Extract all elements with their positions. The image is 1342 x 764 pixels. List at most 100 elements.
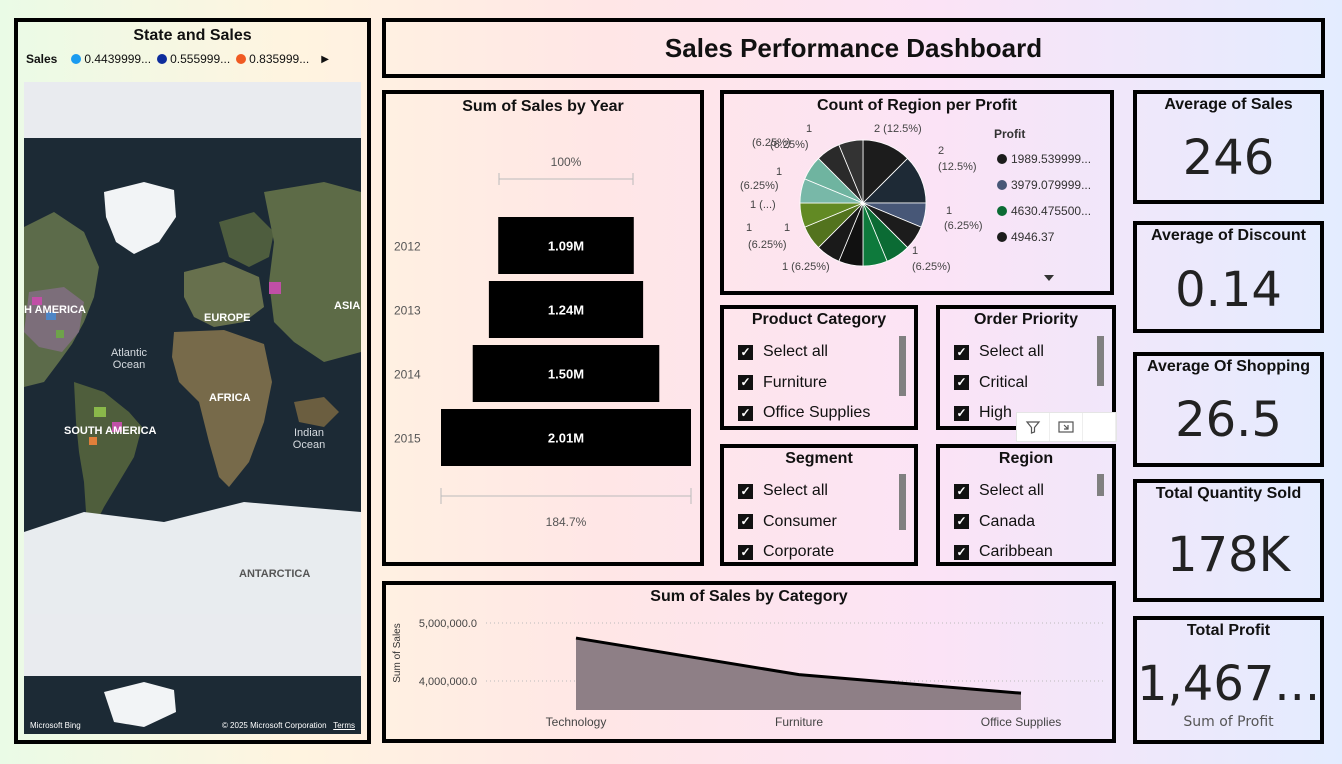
kpi-title: Total Profit <box>1186 622 1271 639</box>
pie-data-label: 1 <box>784 222 790 234</box>
slicer-item-furniture[interactable]: ✓ Furniture <box>738 368 914 399</box>
slicer-scrollbar[interactable] <box>899 336 906 396</box>
legend-dot-icon <box>997 232 1007 242</box>
kpi-subtitle: Sum of Profit <box>1183 714 1274 730</box>
slicer-item-label: Select all <box>979 482 1044 500</box>
slicer-item-select-all[interactable]: ✓ Select all <box>954 476 1112 507</box>
pie-legend-item: 4630.475500... <box>1011 204 1091 218</box>
slicer-item-label: Select all <box>979 343 1044 361</box>
pie-legend-item: 3979.079999... <box>1011 178 1091 192</box>
slicer-item-label: Furniture <box>763 373 828 391</box>
product-category-slicer[interactable]: Product Category ✓ Select all ✓ Furniture … <box>720 305 918 430</box>
kpi-average-shipping[interactable]: Average Of Shopping 26.5 <box>1133 352 1324 467</box>
pie-legend-title: Profit <box>994 127 1025 141</box>
slicer-title: Product Category <box>751 311 887 328</box>
area-xtick-label: Office Supplies <box>981 715 1062 729</box>
pie-title: Count of Region per Profit <box>817 97 1017 114</box>
pie-chart[interactable]: Count of Region per Profit 2 (12.5%) 2 (12… <box>720 90 1114 295</box>
slicer-item-corporate[interactable]: ✓ Corporate <box>738 537 914 562</box>
kpi-title: Average of Sales <box>1164 96 1293 113</box>
slicer-title: Region <box>998 450 1054 467</box>
filter-icon[interactable] <box>1017 413 1050 441</box>
kpi-title: Average of Discount <box>1151 227 1306 244</box>
slicer-item-critical[interactable]: ✓ Critical <box>954 368 1112 399</box>
focus-mode-icon[interactable] <box>1050 413 1083 441</box>
pie-data-label: 1 <box>912 245 918 257</box>
pie-legend-item: 4946.37 <box>1011 230 1055 244</box>
slicer-item-label: Canada <box>979 512 1036 530</box>
pie-data-label: (12.5%) <box>938 161 977 173</box>
segment-slicer[interactable]: Segment ✓ Select all ✓ Consumer ✓ Corporate <box>720 444 918 566</box>
slicer-item-select-all[interactable]: ✓ Select all <box>738 337 914 368</box>
slicer-item-office-supplies[interactable]: ✓ Office Supplies <box>738 398 914 426</box>
kpi-total-profit[interactable]: Total Profit 1,467... Sum of Profit <box>1133 616 1324 744</box>
map-copyright: © 2025 Microsoft Corporation <box>221 721 327 730</box>
slicer-item-select-all[interactable]: ✓ Select all <box>954 337 1112 368</box>
slicer-scrollbar[interactable] <box>1097 474 1104 496</box>
slicer-item-label: High <box>979 404 1012 422</box>
checkbox-checked-icon[interactable]: ✓ <box>954 544 969 560</box>
slicer-item-label: Office Supplies <box>763 404 871 422</box>
visual-header-toolbar <box>1016 412 1117 442</box>
area-title: Sum of Sales by Category <box>650 588 848 605</box>
area-xtick-label: Furniture <box>775 715 823 729</box>
map-legend-item: 0.835999... <box>249 52 310 66</box>
map-legend-label: Sales <box>26 52 58 66</box>
slicer-title: Segment <box>785 450 853 467</box>
funnel-title: Sum of Sales by Year <box>462 98 624 115</box>
map-terms-link[interactable]: Terms <box>333 721 355 730</box>
checkbox-checked-icon[interactable]: ✓ <box>954 483 969 499</box>
kpi-value: 0.14 <box>1175 262 1282 318</box>
checkbox-checked-icon[interactable]: ✓ <box>738 544 753 560</box>
map-label-antarctica: ANTARCTICA <box>239 568 311 580</box>
slicer-item-caribbean[interactable]: ✓ Caribbean <box>954 537 1112 562</box>
legend-scroll-down-icon[interactable] <box>1044 275 1054 281</box>
map-canvas[interactable]: H AMERICA EUROPE ASIA Atlantic Ocean AFR… <box>24 82 361 734</box>
slicer-item-consumer[interactable]: ✓ Consumer <box>738 507 914 538</box>
region-slicer[interactable]: Region ✓ Select all ✓ Canada ✓ Caribbean <box>936 444 1116 566</box>
slicer-item-label: Select all <box>763 343 828 361</box>
kpi-average-sales[interactable]: Average of Sales 246 <box>1133 90 1324 204</box>
legend-dot-icon <box>157 54 168 64</box>
slicer-item-select-all[interactable]: ✓ Select all <box>738 476 914 507</box>
checkbox-checked-icon[interactable]: ✓ <box>954 375 969 391</box>
slicer-item-canada[interactable]: ✓ Canada <box>954 507 1112 538</box>
kpi-average-discount[interactable]: Average of Discount 0.14 <box>1133 221 1324 333</box>
map-label-atlantic: Atlantic Ocean <box>110 347 148 371</box>
slicer-item-label: Critical <box>979 373 1028 391</box>
funnel-year-label: 2012 <box>394 240 421 254</box>
checkbox-checked-icon[interactable]: ✓ <box>954 514 969 530</box>
pie-data-label: 1 <box>776 166 782 178</box>
funnel-year-label: 2013 <box>394 304 421 318</box>
checkbox-checked-icon[interactable]: ✓ <box>954 405 969 421</box>
map-legend-item: 0.555999... <box>170 52 231 66</box>
kpi-value: 1,467... <box>1137 656 1321 712</box>
area-ytick-label: 4,000,000.0 <box>419 676 477 688</box>
checkbox-checked-icon[interactable]: ✓ <box>954 344 969 360</box>
funnel-chart[interactable]: Sum of Sales by Year 100% 1.09M 2012 1.24M… <box>382 90 704 566</box>
map-footer: Microsoft Bing © 2025 Microsoft Corporat… <box>30 721 355 730</box>
checkbox-checked-icon[interactable]: ✓ <box>738 344 753 360</box>
checkbox-checked-icon[interactable]: ✓ <box>738 405 753 421</box>
funnel-svg: 100% 1.09M 2012 1.24M 2013 1.50M 2014 2.01M 201… <box>394 155 692 529</box>
map-legend: Sales 0.4439999... 0.555999... 0.835999.… <box>26 52 367 66</box>
checkbox-checked-icon[interactable]: ✓ <box>738 514 753 530</box>
checkbox-checked-icon[interactable]: ✓ <box>738 483 753 499</box>
more-options-icon[interactable] <box>1083 413 1116 441</box>
kpi-title: Total Quantity Sold <box>1155 485 1302 502</box>
kpi-value: 26.5 <box>1175 392 1282 448</box>
pie-data-label: 1 <box>806 123 812 135</box>
slicer-scrollbar[interactable] <box>899 474 906 530</box>
legend-next-arrow-icon[interactable]: ▶ <box>321 54 329 65</box>
slicer-item-label: Corporate <box>763 543 835 561</box>
map-label-asia: ASIA <box>334 300 361 312</box>
area-chart[interactable]: Sum of Sales by Category Sum of Sales 5,… <box>382 581 1116 743</box>
pie-data-label: (6.25%) <box>740 180 779 192</box>
map-visual[interactable]: State and Sales Sales 0.4439999... 0.555… <box>14 18 371 744</box>
checkbox-checked-icon[interactable]: ✓ <box>738 375 753 391</box>
slicer-scrollbar[interactable] <box>1097 336 1104 386</box>
slicer-item-label: Caribbean <box>979 543 1053 561</box>
kpi-total-quantity[interactable]: Total Quantity Sold 178K <box>1133 479 1324 602</box>
pie-data-label: (6.25%) <box>912 261 951 273</box>
area-ytick-label: 5,000,000.0 <box>419 618 477 630</box>
